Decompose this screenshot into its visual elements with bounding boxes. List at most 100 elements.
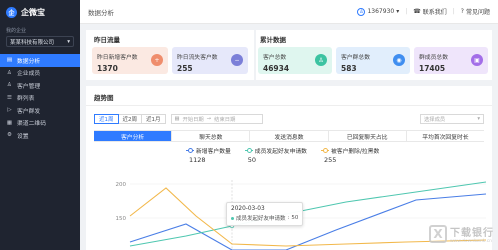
date-start-field: 开始日期 xyxy=(182,117,204,123)
users-icon: ♙ xyxy=(315,54,327,66)
watermark-text: 下载银行 xyxy=(450,228,494,239)
top-bar: 数据分析 ♙ 1367930 ▾ | ☎ 联系我们 | ? 常见问题 xyxy=(80,0,498,24)
stat-value: 255 xyxy=(177,64,193,73)
company-caption: 我的企业 xyxy=(6,28,27,34)
user-icon: ♙ xyxy=(357,7,366,16)
range-controls: 近1周 近2周 近1月 ▦ 开始日期 → 结束日期 xyxy=(94,114,263,124)
list-icon: ☰ xyxy=(7,94,12,101)
question-icon: ? xyxy=(460,8,464,15)
group-icon: ◉ xyxy=(393,54,405,66)
sidebar-item-data-analysis[interactable]: ▤ 数据分析 xyxy=(0,54,80,67)
watermark-text-block: 下载银行 www.downbank.cn xyxy=(450,224,494,244)
chevron-down-icon: ▾ xyxy=(396,8,400,15)
sidebar-menu: ▤ 数据分析 ♙ 企业成员 ♙ 客户管理 ☰ 群列表 ▷ 客户群发 ▦ 渠道二维… xyxy=(0,54,80,142)
legend-label: 被客户删除/拉黑数 xyxy=(330,149,380,155)
legend-label: 新增客户数量 xyxy=(196,149,231,155)
employee-select[interactable]: 选择成员 ▾ xyxy=(420,114,484,124)
chart-legend: 新增客户数量 1128 成员发起好友申请数 50 被客户删除/拉黑数 255 xyxy=(186,146,379,164)
tab-chat-total[interactable]: 聊天总数 xyxy=(172,131,251,141)
legend-item-deleted-blocked[interactable]: 被客户删除/拉黑数 255 xyxy=(320,146,380,164)
faq-label: 常见问题 xyxy=(465,9,490,16)
watermark-logo-icon: X xyxy=(429,225,447,243)
user-add-icon: + xyxy=(151,54,163,66)
yesterday-card: 昨日流量 昨日新增客户数 1370 + 昨日流失客户数 255 − xyxy=(86,30,254,80)
calendar-icon: ▦ xyxy=(174,116,180,122)
range-button-1-week[interactable]: 近1周 xyxy=(94,114,119,124)
tooltip-value: 50 xyxy=(291,215,299,221)
company-select[interactable]: 某某科技有限公司 ▾ xyxy=(6,36,74,47)
sidebar-item-label: 渠道二维码 xyxy=(17,121,46,128)
cumulative-title: 累计数据 xyxy=(260,36,286,44)
app-name: 企微宝 xyxy=(21,7,45,17)
user-account: 1367930 xyxy=(367,8,395,15)
legend-label: 成员发起好友申请数 xyxy=(254,149,307,155)
chart-icon: ▤ xyxy=(6,57,13,64)
user-icon: ♙ xyxy=(7,82,12,89)
sidebar-item-label: 客户群发 xyxy=(17,108,41,115)
employee-select-placeholder: 选择成员 xyxy=(424,117,446,123)
contact-us-label: 联系我们 xyxy=(422,9,447,16)
sidebar-item-label: 群列表 xyxy=(17,96,35,103)
sidebar-item-settings[interactable]: ⚙ 设置 xyxy=(0,129,80,142)
y-tick-label: 200 xyxy=(116,182,127,188)
y-tick-label: 150 xyxy=(116,216,127,222)
stat-group-members: 群成员总数 17405 ▣ xyxy=(414,47,488,74)
legend-item-friend-requests[interactable]: 成员发起好友申请数 50 xyxy=(244,146,307,164)
legend-value: 50 xyxy=(247,156,257,164)
tooltip-series: 成员发起好友申请数 xyxy=(236,216,286,222)
sidebar-item-members[interactable]: ♙ 企业成员 xyxy=(0,67,80,80)
stat-lost-customers: 昨日流失客户数 255 − xyxy=(172,47,248,74)
tab-reply-ratio[interactable]: 已回复聊天占比 xyxy=(329,131,407,141)
user-menu[interactable]: ♙ 1367930 ▾ xyxy=(357,7,400,16)
watermark: X 下载银行 www.downbank.cn xyxy=(429,224,494,244)
tooltip-separator: : xyxy=(287,215,290,221)
page-title: 数据分析 xyxy=(88,8,114,17)
stat-total-customers: 客户总数 46934 ♙ xyxy=(258,47,332,74)
sidebar-item-customers[interactable]: ♙ 客户管理 xyxy=(0,79,80,92)
divider: | xyxy=(452,8,455,15)
sidebar-item-label: 数据分析 xyxy=(17,58,41,65)
tab-messages-sent[interactable]: 发送消息数 xyxy=(250,131,329,141)
legend-line-icon xyxy=(244,148,253,153)
trend-title: 趋势图 xyxy=(94,94,114,102)
range-button-2-weeks[interactable]: 近2周 xyxy=(118,114,142,124)
stat-new-customers: 昨日新增客户数 1370 + xyxy=(92,47,168,74)
date-range-picker[interactable]: ▦ 开始日期 → 结束日期 xyxy=(170,114,263,124)
user-icon: ♙ xyxy=(7,69,12,76)
yesterday-title: 昨日流量 xyxy=(94,36,120,44)
legend-line-icon xyxy=(320,148,329,153)
legend-item-new-customers[interactable]: 新增客户数量 1128 xyxy=(186,146,231,164)
chevron-down-icon: ▾ xyxy=(67,38,70,45)
cumulative-card: 累计数据 客户总数 46934 ♙ 客户群总数 583 ◉ 群成员总数 1740… xyxy=(256,30,492,80)
legend-value: 255 xyxy=(323,156,337,164)
divider: | xyxy=(405,8,408,15)
chart-tooltip: 2020-03-03 成员发起好友申请数 : 50 xyxy=(226,202,304,226)
tooltip-row: 成员发起好友申请数 : 50 xyxy=(231,214,298,222)
range-button-1-month[interactable]: 近1月 xyxy=(142,114,166,124)
stat-value: 1370 xyxy=(97,64,118,73)
sidebar: 企 企微宝 我的企业 某某科技有限公司 ▾ ▤ 数据分析 ♙ 企业成员 ♙ 客户… xyxy=(0,0,80,250)
tab-customer-analysis[interactable]: 客户分析 xyxy=(94,131,173,141)
faq-link[interactable]: ? 常见问题 xyxy=(461,7,490,16)
tooltip-date: 2020-03-03 xyxy=(231,206,265,212)
divider xyxy=(86,105,492,106)
arrow-right-icon: → xyxy=(206,116,212,122)
sidebar-item-label: 客户管理 xyxy=(17,83,41,90)
logo-icon: 企 xyxy=(6,6,17,18)
sidebar-item-mass-send[interactable]: ▷ 客户群发 xyxy=(0,104,80,117)
date-end-field: 结束日期 xyxy=(214,117,236,123)
app-logo[interactable]: 企 企微宝 xyxy=(0,0,80,24)
sidebar-item-label: 企业成员 xyxy=(17,71,41,78)
top-actions: ♙ 1367930 ▾ | ☎ 联系我们 | ? 常见问题 xyxy=(357,7,490,16)
metric-tabs: 客户分析 聊天总数 发送消息数 已回复聊天占比 平均首次回复时长 xyxy=(94,130,484,142)
contact-us-link[interactable]: ☎ 联系我们 xyxy=(413,7,447,16)
user-remove-icon: − xyxy=(231,54,243,66)
headset-icon: ☎ xyxy=(413,8,421,15)
sidebar-item-channel-qrcode[interactable]: ▦ 渠道二维码 xyxy=(0,117,80,130)
qrcode-icon: ▦ xyxy=(6,119,13,126)
legend-line-icon xyxy=(186,148,194,153)
sidebar-item-label: 设置 xyxy=(17,133,29,140)
sidebar-item-groups[interactable]: ☰ 群列表 xyxy=(0,92,80,105)
tab-first-reply-time[interactable]: 平均首次回复时长 xyxy=(407,131,484,141)
watermark-url: www.downbank.cn xyxy=(450,239,493,244)
